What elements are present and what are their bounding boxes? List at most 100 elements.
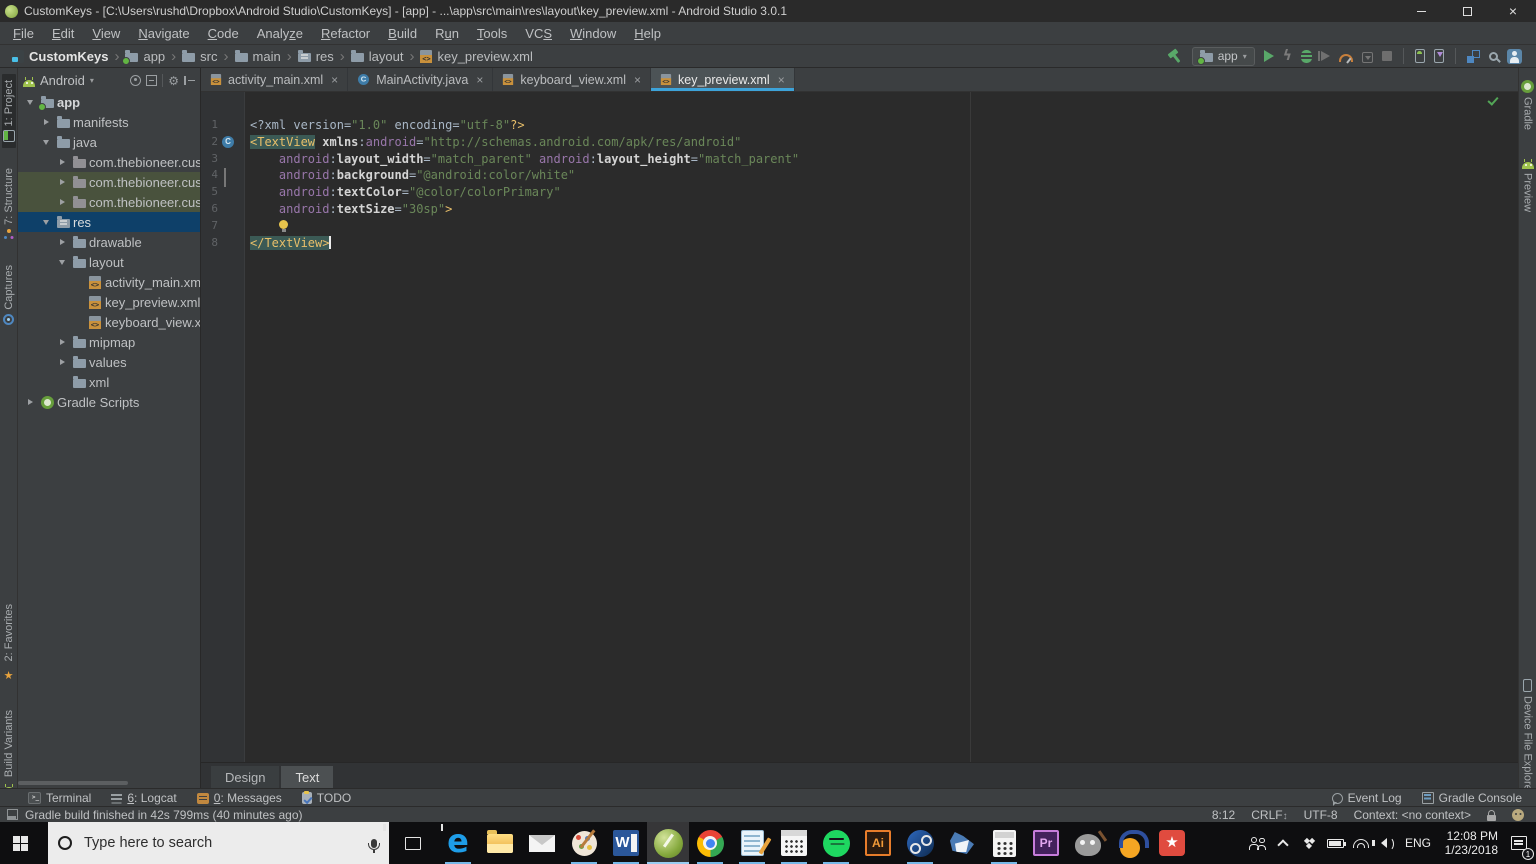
code-editor[interactable]: 1 <?xml version="1.0" encoding="utf-8"?> 2…: [201, 92, 1518, 762]
toolwindow-button-event-log[interactable]: Event Log: [1331, 791, 1402, 806]
breadcrumb-item-main[interactable]: main: [232, 49, 284, 64]
tray-volume[interactable]: [1372, 822, 1400, 864]
menu-file[interactable]: File: [4, 26, 43, 41]
encoding-selector[interactable]: UTF-8: [1304, 808, 1338, 822]
action-center-button[interactable]: 1: [1502, 822, 1536, 864]
search-input[interactable]: [82, 834, 361, 852]
close-tab-icon[interactable]: ×: [776, 73, 785, 87]
tree-item-app[interactable]: app: [18, 92, 200, 112]
lock-icon[interactable]: [1487, 810, 1496, 821]
tool-strip-1-project[interactable]: 1: Project: [1, 74, 16, 149]
run-config-combo[interactable]: app ▾: [1191, 46, 1255, 66]
profiler-icon[interactable]: [1339, 54, 1353, 62]
context-widget[interactable]: Context: <no context>: [1354, 808, 1471, 822]
tool-strip-gradle[interactable]: Gradle: [1520, 74, 1535, 136]
taskbar-app-edge[interactable]: [437, 822, 479, 864]
caret-position[interactable]: 8:12: [1212, 808, 1235, 822]
taskbar-app-calendar[interactable]: [773, 822, 815, 864]
collapse-all-icon[interactable]: [146, 74, 158, 86]
taskbar-app-android-studio[interactable]: [647, 822, 689, 864]
taskbar-app-chrome[interactable]: [689, 822, 731, 864]
tree-expand-arrow[interactable]: [54, 159, 70, 165]
tree-expand-arrow[interactable]: [38, 119, 54, 125]
minimize-button[interactable]: [1398, 0, 1444, 22]
avd-manager-icon[interactable]: [1415, 49, 1425, 63]
close-tab-icon[interactable]: ×: [329, 73, 338, 87]
tree-expand-arrow[interactable]: [54, 339, 70, 345]
tool-strip-captures[interactable]: Captures: [2, 259, 16, 331]
tree-item-com-thebioneer-custom[interactable]: com.thebioneer.custom: [18, 152, 200, 172]
tree-item-activity_main-xml[interactable]: activity_main.xml: [18, 272, 200, 292]
build-hammer-icon[interactable]: [1167, 48, 1183, 64]
taskbar-app-spotify[interactable]: [815, 822, 857, 864]
taskbar-app-calculator[interactable]: [983, 822, 1025, 864]
run-icon[interactable]: [1263, 50, 1274, 62]
hide-panel-icon[interactable]: [184, 75, 195, 86]
horizontal-scrollbar[interactable]: [18, 781, 128, 785]
menu-help[interactable]: Help: [625, 26, 670, 41]
breadcrumb-item-key_preview-xml[interactable]: key_preview.xml: [417, 49, 535, 64]
tool-strip-2-favorites[interactable]: 2: Favorites: [2, 598, 16, 689]
toolwindow-button-gradle-console[interactable]: Gradle Console: [1421, 791, 1522, 805]
menu-edit[interactable]: Edit: [43, 26, 83, 41]
tree-item-keyboard_view-xml[interactable]: keyboard_view.xml: [18, 312, 200, 332]
menu-build[interactable]: Build: [379, 26, 426, 41]
code-line-4[interactable]: 4 android:background="@android:color/whi…: [201, 167, 1518, 188]
menu-window[interactable]: Window: [561, 26, 625, 41]
tree-item-values[interactable]: values: [18, 352, 200, 372]
tree-item-java[interactable]: java: [18, 132, 200, 152]
coverage-icon[interactable]: [1318, 51, 1330, 61]
breadcrumb-item-res[interactable]: res: [295, 49, 337, 64]
tree-expand-arrow[interactable]: [38, 139, 54, 145]
attach-debugger-icon[interactable]: [1362, 51, 1373, 63]
editor-tab-activity_main-xml[interactable]: activity_main.xml ×: [201, 68, 349, 91]
tree-expand-arrow[interactable]: [22, 399, 38, 405]
taskbar-app-wunderlist[interactable]: [1151, 822, 1193, 864]
tree-expand-arrow[interactable]: [22, 99, 38, 105]
taskbar-app-audacity[interactable]: [1109, 822, 1151, 864]
tray-battery[interactable]: [1322, 822, 1348, 864]
taskbar-app-gimp[interactable]: [1067, 822, 1109, 864]
taskbar-app-premiere[interactable]: [1025, 822, 1067, 864]
start-button[interactable]: [0, 822, 48, 864]
tree-item-xml[interactable]: xml: [18, 372, 200, 392]
tree-expand-arrow[interactable]: [54, 359, 70, 365]
taskbar-app-paint[interactable]: [563, 822, 605, 864]
taskbar-app-file-explorer[interactable]: [479, 822, 521, 864]
tool-strip-preview[interactable]: Preview: [1521, 150, 1535, 218]
breadcrumb-item-app[interactable]: app: [122, 49, 168, 65]
taskbar-app-bluej[interactable]: [941, 822, 983, 864]
tray-wifi[interactable]: [1348, 822, 1374, 864]
sdk-manager-icon[interactable]: [1434, 49, 1444, 63]
tree-item-com-thebioneer-custom[interactable]: com.thebioneer.custom: [18, 172, 200, 192]
tree-item-layout[interactable]: layout: [18, 252, 200, 272]
tree-item-drawable[interactable]: drawable: [18, 232, 200, 252]
taskbar-app-illustrator[interactable]: [857, 822, 899, 864]
class-gutter-icon[interactable]: [222, 135, 234, 148]
breadcrumb-item-layout[interactable]: layout: [348, 49, 407, 64]
code-line-7[interactable]: 7: [201, 218, 1518, 235]
taskbar-app-steam[interactable]: [899, 822, 941, 864]
avatar-icon[interactable]: [1507, 48, 1522, 64]
line-ending-selector[interactable]: CRLF↕: [1251, 808, 1287, 822]
toolwindow-button-terminal[interactable]: Terminal: [28, 791, 91, 805]
tree-item-key_preview-xml[interactable]: key_preview.xml: [18, 292, 200, 312]
taskbar-app-mail[interactable]: [521, 822, 563, 864]
tool-windows-icon[interactable]: [1467, 49, 1480, 63]
close-tab-icon[interactable]: ×: [474, 73, 483, 87]
menu-refactor[interactable]: Refactor: [312, 26, 379, 41]
tool-strip-device-file-explorer[interactable]: Device File Explorer: [1521, 673, 1535, 800]
toolwindow-toggle-icon[interactable]: [7, 809, 18, 820]
editor-tab-keyboard_view-xml[interactable]: keyboard_view.xml ×: [493, 68, 651, 91]
tool-strip-7-structure[interactable]: 7: Structure: [2, 162, 16, 245]
code-line-2[interactable]: 2 <TextView xmlns:android="http://schemas…: [201, 134, 1518, 151]
tray-people[interactable]: [1244, 822, 1270, 864]
toolwindow-button-0-messages[interactable]: 0: Messages: [196, 791, 282, 805]
locate-file-icon[interactable]: [130, 74, 142, 86]
language-indicator[interactable]: ENG: [1400, 822, 1436, 864]
debug-icon[interactable]: [1301, 50, 1312, 63]
close-tab-icon[interactable]: ×: [632, 73, 641, 87]
settings-gear-icon[interactable]: [168, 73, 179, 88]
taskbar-app-word[interactable]: [605, 822, 647, 864]
search-everywhere-icon[interactable]: [1489, 52, 1498, 61]
